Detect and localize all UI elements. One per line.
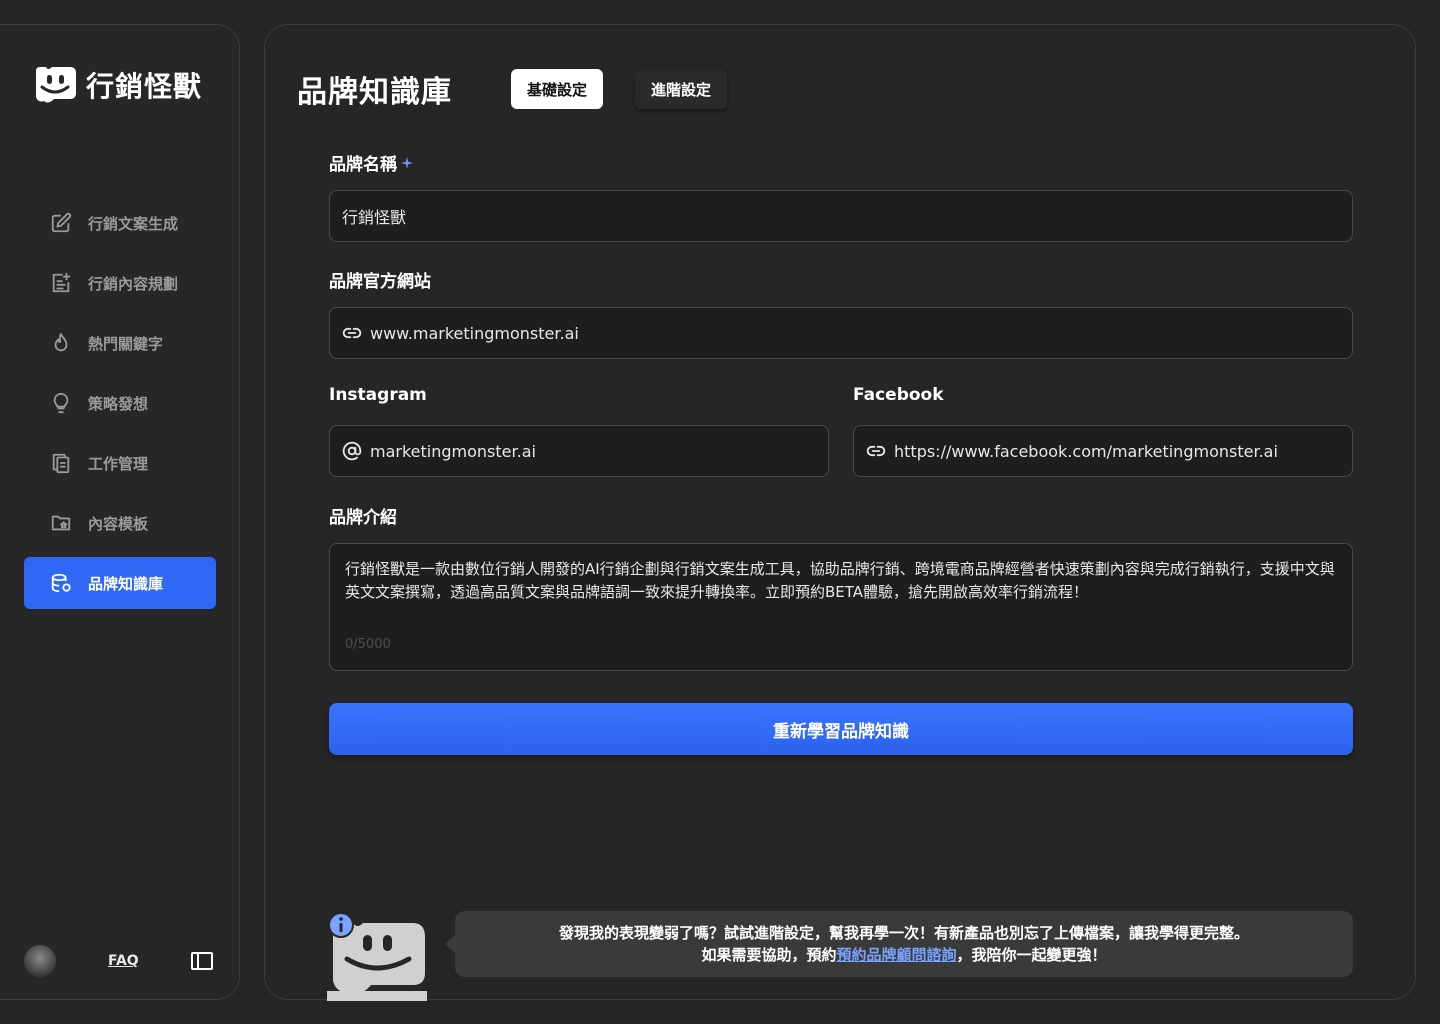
link-icon: [866, 445, 886, 457]
mascot: [327, 911, 427, 1001]
sidebar-item-label: 策略發想: [88, 394, 149, 413]
brand-name-label-wrap: 品牌名稱: [329, 150, 413, 175]
intro-label: 品牌介紹: [329, 508, 397, 528]
info-icon: [328, 912, 354, 938]
tip-line1: 發現我的表現變弱了嗎？試試進階設定，幫我再學一次！有新產品也別忘了上傳檔案，讓我…: [558, 924, 1249, 942]
instagram-value: marketingmonster.ai: [370, 441, 536, 461]
website-value: www.marketingmonster.ai: [370, 323, 579, 343]
intro-textarea[interactable]: 行銷怪獸是一款由數位行銷人開發的AI行銷企劃與行銷文案生成工具，協助品牌行銷、跨…: [329, 543, 1353, 671]
brand-name-input[interactable]: 行銷怪獸: [329, 190, 1353, 242]
facebook-label: Facebook: [853, 385, 944, 405]
sidebar: 行銷怪獸 行銷文案生成 行銷內容規劃 熱門關鍵字 策略發想 工作管理 內容模板: [0, 24, 240, 1000]
sidebar-item-keywords[interactable]: 熱門關鍵字: [24, 317, 216, 369]
sidebar-item-strategy[interactable]: 策略發想: [24, 377, 216, 429]
facebook-input[interactable]: https://www.facebook.com/marketingmonste…: [853, 425, 1353, 477]
tab-advanced-settings[interactable]: 進階設定: [635, 69, 728, 109]
tip-bubble: 發現我的表現變弱了嗎？試試進階設定，幫我再學一次！有新產品也別忘了上傳檔案，讓我…: [445, 911, 1353, 977]
sidebar-item-copywriting[interactable]: 行銷文案生成: [24, 197, 216, 249]
sidebar-nav: 行銷文案生成 行銷內容規劃 熱門關鍵字 策略發想 工作管理 內容模板 品牌知識庫: [24, 197, 216, 617]
sidebar-item-label: 行銷文案生成: [88, 214, 179, 233]
sidebar-item-work-management[interactable]: 工作管理: [24, 437, 216, 489]
folder-star-icon: [51, 515, 71, 531]
sidebar-footer: FAQ: [24, 943, 216, 979]
sidebar-item-label: 工作管理: [88, 454, 149, 473]
website-label: 品牌官方網站: [329, 272, 431, 292]
collapse-sidebar-button[interactable]: [190, 951, 213, 971]
consultation-link[interactable]: 預約品牌顧問諮詢: [836, 946, 956, 964]
faq-link[interactable]: FAQ: [108, 953, 139, 969]
brand-name: 行銷怪獸: [86, 70, 203, 103]
logo[interactable]: 行銷怪獸: [32, 65, 202, 105]
intro-value: 行銷怪獸是一款由數位行銷人開發的AI行銷企劃與行銷文案生成工具，協助品牌行銷、跨…: [345, 560, 1335, 601]
brand-name-value: 行銷怪獸: [342, 208, 407, 227]
tip-line2-prefix: 如果需要協助，預約: [701, 946, 837, 964]
database-icon: [51, 573, 71, 593]
page-title: 品牌知識庫: [297, 75, 452, 110]
sidebar-item-label: 內容模板: [88, 514, 149, 533]
sidebar-toggle-icon: [190, 952, 213, 970]
at-icon: [342, 441, 362, 461]
edit-icon: [51, 212, 72, 233]
sidebar-item-label: 熱門關鍵字: [88, 334, 164, 353]
sidebar-item-content-templates[interactable]: 內容模板: [24, 497, 216, 549]
link-icon: [342, 327, 362, 339]
sidebar-item-label: 品牌知識庫: [88, 574, 164, 593]
sidebar-item-brand-knowledge[interactable]: 品牌知識庫: [24, 557, 216, 609]
monster-logo-icon: [36, 67, 76, 103]
brand-name-label: 品牌名稱: [329, 155, 397, 175]
sidebar-item-content-planning[interactable]: 行銷內容規劃: [24, 257, 216, 309]
facebook-value: https://www.facebook.com/marketingmonste…: [894, 441, 1278, 461]
sidebar-item-label: 行銷內容規劃: [88, 274, 179, 293]
instagram-input[interactable]: marketingmonster.ai: [329, 425, 829, 477]
lightbulb-icon: [53, 392, 69, 414]
website-input[interactable]: www.marketingmonster.ai: [329, 307, 1353, 359]
instagram-label: Instagram: [329, 385, 427, 405]
sparkle-icon: [401, 156, 413, 169]
flame-icon: [54, 332, 68, 352]
avatar[interactable]: [24, 945, 56, 977]
tab-basic-settings[interactable]: 基礎設定: [511, 69, 604, 109]
plan-icon: [52, 272, 71, 293]
copy-icon: [52, 453, 70, 474]
tip-line2: 如果需要協助，預約預約品牌顧問諮詢，我陪你一起變更強！: [701, 944, 1106, 966]
main-panel: 品牌知識庫 基礎設定 進階設定 品牌名稱 行銷怪獸 品牌官方網站 www.mar…: [264, 24, 1416, 1001]
relearn-brand-button[interactable]: 重新學習品牌知識: [329, 703, 1353, 755]
tip-line2-suffix: ，我陪你一起變更強！: [956, 946, 1107, 964]
char-counter: 0/5000: [345, 637, 391, 652]
